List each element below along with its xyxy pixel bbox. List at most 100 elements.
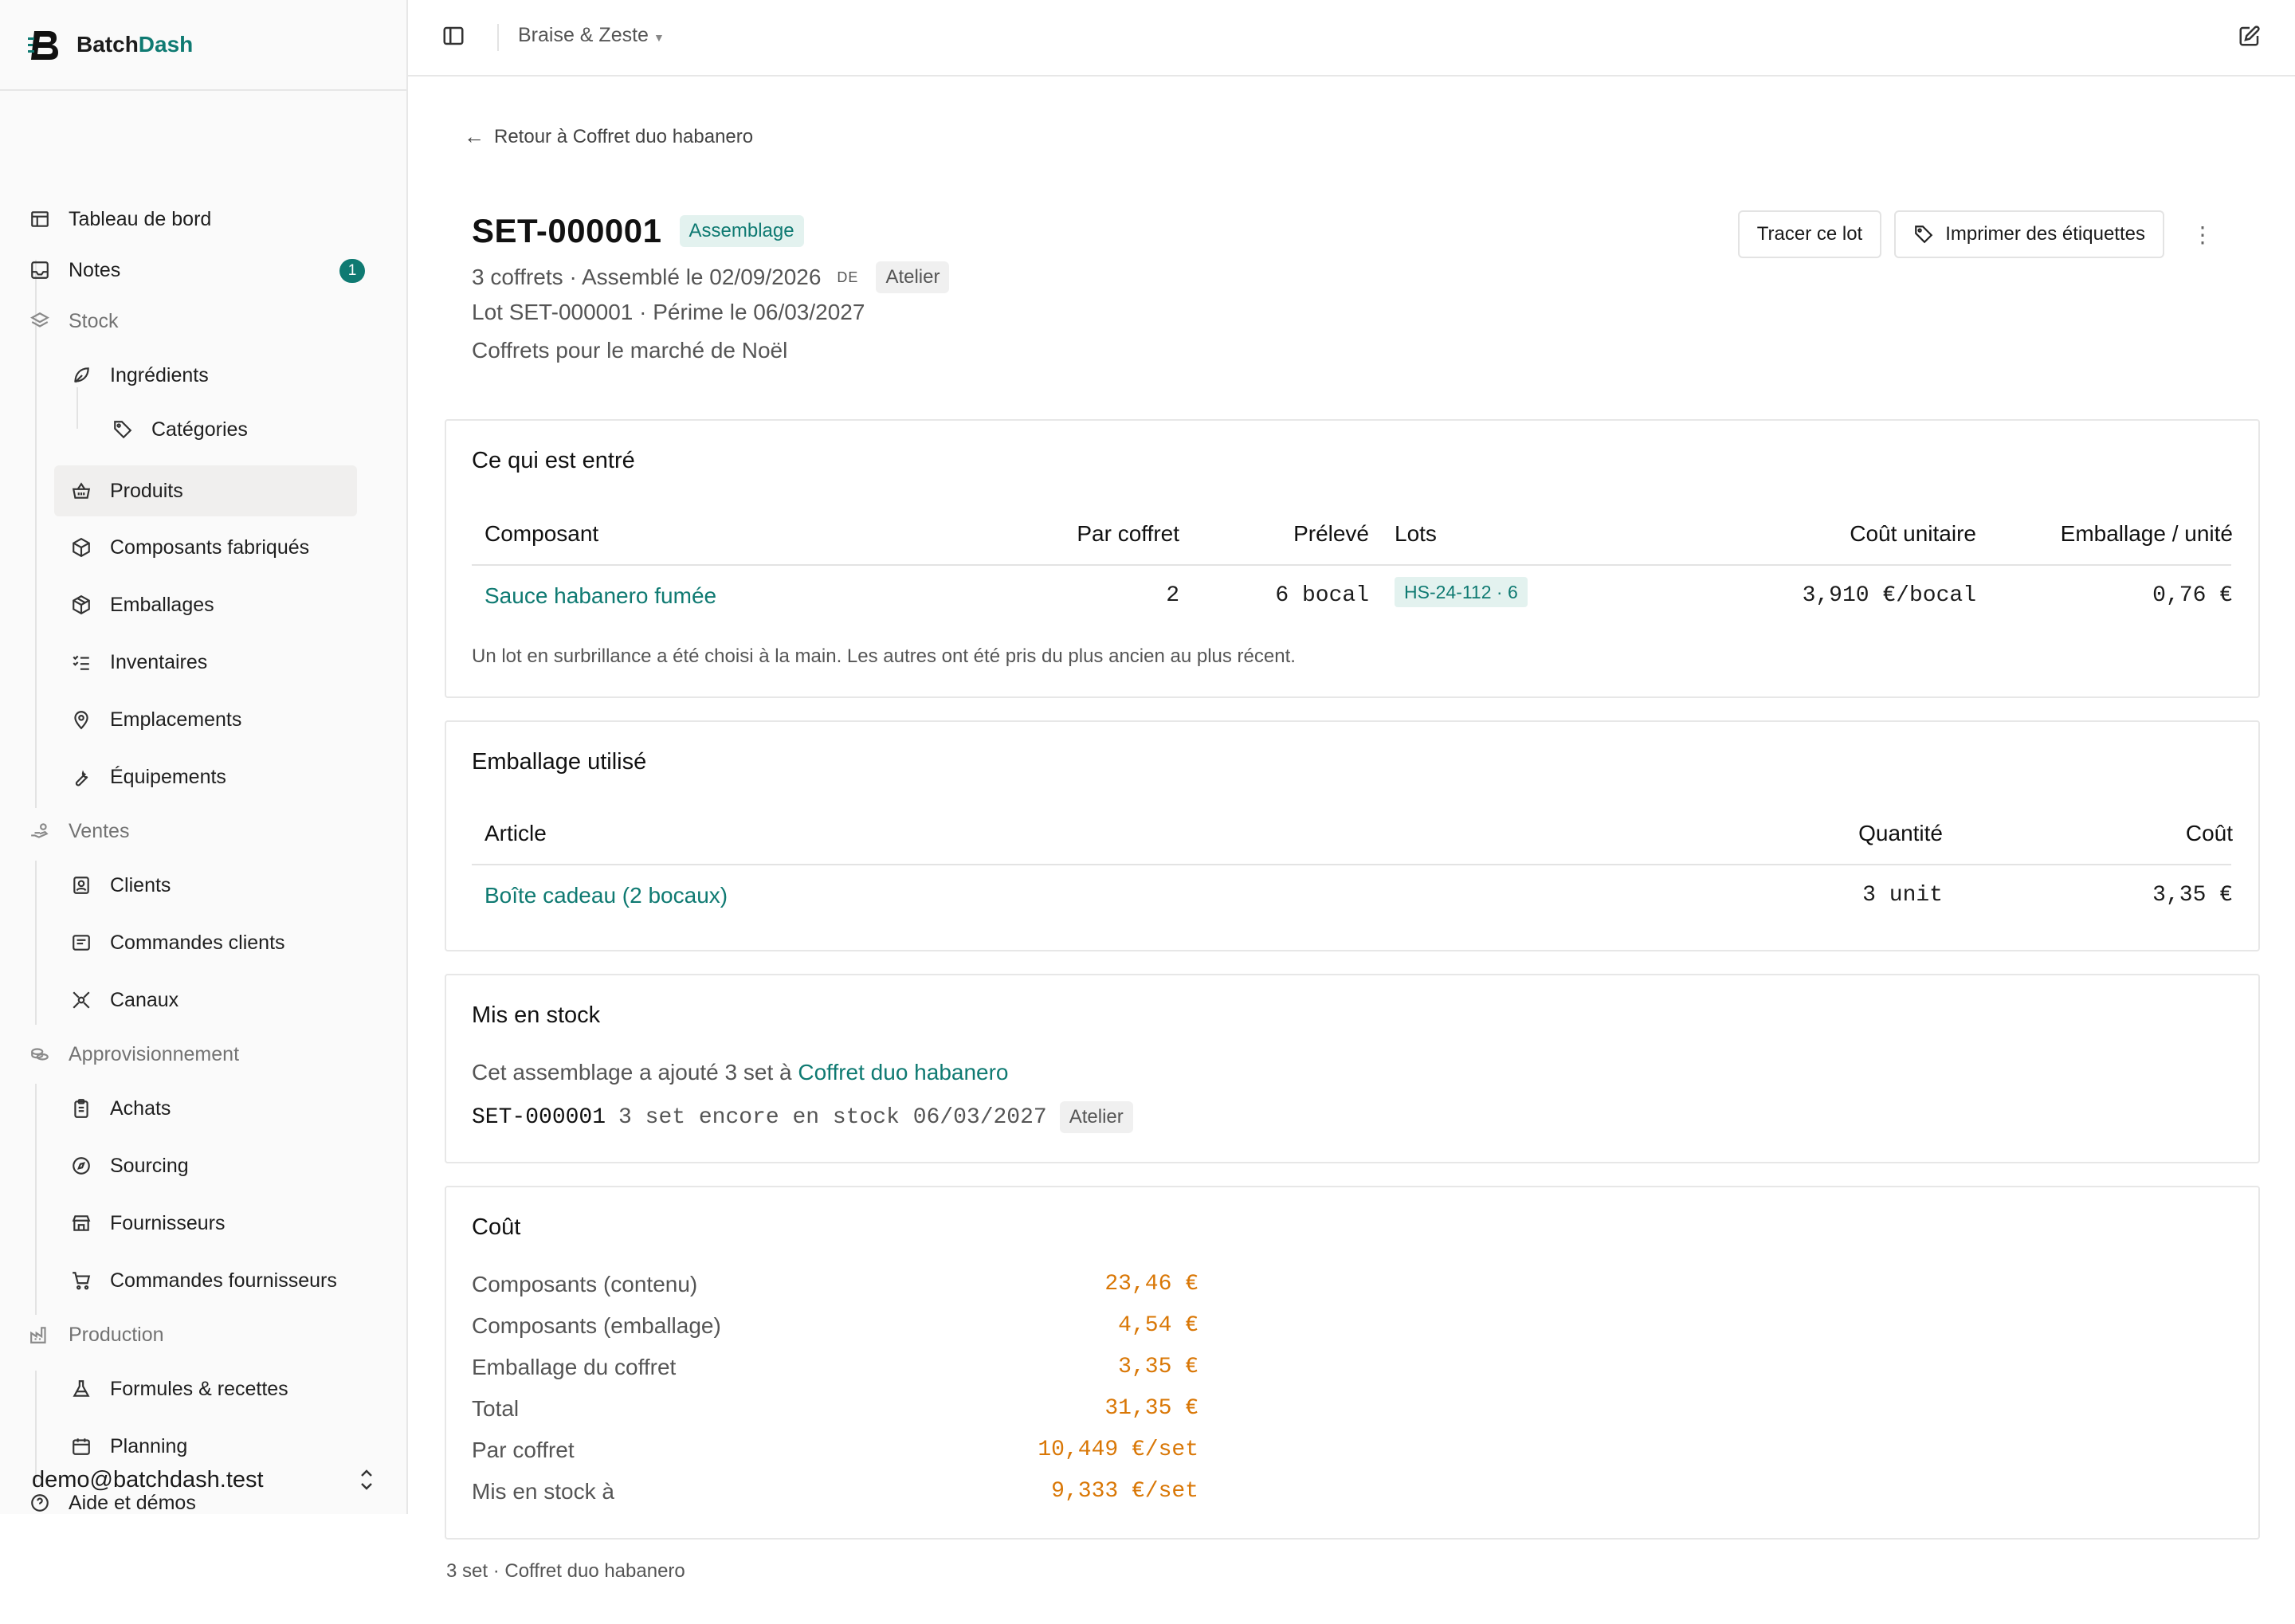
table-divider: [472, 564, 2231, 566]
sidebar-item-label: Produits: [110, 479, 183, 502]
taken-value: 6 bocal: [1275, 583, 1369, 608]
sidebar-item-equipements[interactable]: Équipements: [69, 753, 387, 801]
sidebar-item-label: Approvisionnement: [69, 1042, 240, 1065]
sidebar-item-label: Inventaires: [110, 650, 208, 673]
sidebar-item-label: Composants fabriqués: [110, 535, 310, 559]
sidebar-item-commandes-fournisseurs[interactable]: Commandes fournisseurs: [69, 1257, 387, 1304]
tag-icon: [1913, 224, 1934, 245]
wrench-icon: [69, 764, 94, 790]
product-link[interactable]: Coffret duo habanero: [798, 1060, 1008, 1085]
sidebar-item-composants-fabriques[interactable]: Composants fabriqués: [69, 524, 387, 571]
language-tag: DE: [837, 269, 859, 285]
print-labels-label: Imprimer des étiquettes: [1945, 223, 2145, 245]
sidebar-item-notes[interactable]: Notes 1: [27, 246, 390, 294]
sidebar-item-tableau-de-bord[interactable]: Tableau de bord: [27, 195, 378, 243]
title-row: SET-000001 Assemblage: [472, 212, 804, 250]
user-menu[interactable]: demo@batchdash.test: [0, 1452, 406, 1508]
col-article: Article: [484, 821, 547, 845]
col-par-coffret: Par coffret: [1077, 521, 1179, 546]
back-link[interactable]: ← Retour à Coffret duo habanero: [464, 124, 753, 149]
sidebar-item-label: Sourcing: [110, 1154, 189, 1177]
meta-count: 3 coffrets: [472, 265, 563, 289]
ventes-group-line: [35, 861, 37, 1025]
page-title: SET-000001: [472, 212, 662, 249]
brand[interactable]: BatchDash: [0, 0, 406, 91]
topbar-divider: [497, 24, 499, 51]
lot-chip[interactable]: HS-24-112 · 6: [1395, 577, 1528, 607]
trace-lot-button[interactable]: Tracer ce lot: [1737, 210, 1882, 258]
cost-value: 23,46 €: [1104, 1272, 1198, 1296]
sidebar-item-commandes-clients[interactable]: Commandes clients: [69, 919, 387, 967]
sidebar-item-label: Ingrédients: [110, 363, 209, 386]
per-box-value: 2: [1166, 583, 1179, 608]
sidebar-item-clients[interactable]: Clients: [69, 861, 387, 909]
sidebar-item-label: Formules & recettes: [110, 1377, 288, 1400]
sidebar-item-emplacements[interactable]: Emplacements: [69, 696, 387, 743]
notes-count-badge: 1: [339, 259, 365, 283]
cost-value: 10,449 €/set: [1038, 1438, 1198, 1462]
col-lots: Lots: [1395, 521, 1437, 546]
packaging-card: Emballage utilisé Article Quantité Coût …: [445, 720, 2260, 951]
hand-coins-icon: [27, 818, 53, 844]
col-preleve: Prélevé: [1293, 521, 1369, 546]
app: BatchDash Tableau de bord Notes 1 Stock: [0, 0, 2295, 1624]
organization-switcher[interactable]: Braise & Zeste ▼: [518, 24, 665, 47]
sidebar-item-label: Tableau de bord: [69, 207, 212, 230]
sidebar-item-achats[interactable]: Achats: [69, 1085, 387, 1132]
packaging-unit-value: 0,76 €: [2152, 583, 2233, 608]
sidebar-item-stock[interactable]: Stock: [27, 297, 378, 345]
basket-icon: [69, 478, 94, 504]
sidebar-item-approvisionnement[interactable]: Approvisionnement: [27, 1030, 378, 1078]
footer-summary: 3 set · Coffret duo habanero: [446, 1560, 685, 1582]
sidebar-item-label: Stock: [69, 309, 119, 332]
sidebar-item-label: Achats: [110, 1096, 171, 1120]
table-divider: [472, 864, 2231, 865]
sidebar-item-ventes[interactable]: Ventes: [27, 807, 378, 855]
layout-icon: [27, 206, 53, 232]
trace-lot-label: Tracer ce lot: [1756, 223, 1863, 245]
sidebar-item-produits[interactable]: Produits: [54, 465, 357, 516]
more-vertical-icon[interactable]: ⋮: [2187, 210, 2218, 258]
cost-card-title: Coût: [472, 1214, 521, 1240]
sidebar-item-sourcing[interactable]: Sourcing: [69, 1142, 387, 1190]
sidebar-item-ingredients[interactable]: Ingrédients: [69, 351, 355, 399]
stock-lot-code[interactable]: SET-000001: [472, 1105, 606, 1130]
inputs-card-title: Ce qui est entré: [472, 448, 635, 473]
stock-sentence-prefix: Cet assemblage a ajouté 3 set à: [472, 1060, 792, 1085]
meta-line-1: 3 coffrets · Assemblé le 02/09/2026 DE A…: [472, 261, 950, 293]
sidebar-item-emballages[interactable]: Emballages: [69, 581, 387, 629]
chevrons-up-down-icon: [357, 1466, 376, 1499]
sidebar-item-label: Catégories: [151, 418, 248, 441]
cost-value: 3,35 €: [2152, 883, 2233, 908]
sidebar-item-label: Fournisseurs: [110, 1211, 226, 1234]
sidebar-item-canaux[interactable]: Canaux: [69, 976, 387, 1024]
receipt-icon: [69, 930, 94, 955]
factory-icon: [27, 1322, 53, 1347]
cost-label: Emballage du coffret: [472, 1355, 677, 1379]
map-pin-icon: [69, 707, 94, 732]
sidebar-item-label: Équipements: [110, 765, 226, 788]
component-link[interactable]: Sauce habanero fumée: [484, 583, 716, 609]
meta-lot: Lot SET-000001 · Périme le 06/03/2027: [472, 300, 865, 324]
print-labels-button[interactable]: Imprimer des étiquettes: [1894, 210, 2164, 258]
sidebar-item-fournisseurs[interactable]: Fournisseurs: [69, 1199, 387, 1247]
sidebar-item-label: Production: [69, 1323, 164, 1346]
edit-icon[interactable]: [2238, 24, 2262, 53]
cost-row-mis-en-stock: Mis en stock à 9,333 €/set: [472, 1479, 1198, 1511]
topbar: Braise & Zeste ▼: [408, 0, 2295, 76]
cost-row-composants-emballage: Composants (emballage) 4,54 €: [472, 1313, 1198, 1345]
cost-label: Composants (contenu): [472, 1272, 698, 1296]
article-link[interactable]: Boîte cadeau (2 bocaux): [484, 883, 728, 908]
sidebar-item-label: Canaux: [110, 988, 179, 1011]
lot-cell: HS-24-112 · 6: [1395, 577, 1528, 607]
sidebar-item-categories[interactable]: Catégories: [110, 406, 365, 453]
sidebar-item-production[interactable]: Production: [27, 1311, 378, 1359]
network-icon: [69, 987, 94, 1013]
stock-location-badge: Atelier: [1059, 1101, 1133, 1133]
stock-card-title: Mis en stock: [472, 1002, 601, 1028]
layers-icon: [27, 308, 53, 334]
sidebar-item-label: Clients: [110, 873, 171, 896]
sidebar-item-inventaires[interactable]: Inventaires: [69, 638, 387, 686]
sidebar-toggle-icon[interactable]: [441, 24, 465, 53]
sidebar-item-formules-recettes[interactable]: Formules & recettes: [69, 1365, 387, 1413]
